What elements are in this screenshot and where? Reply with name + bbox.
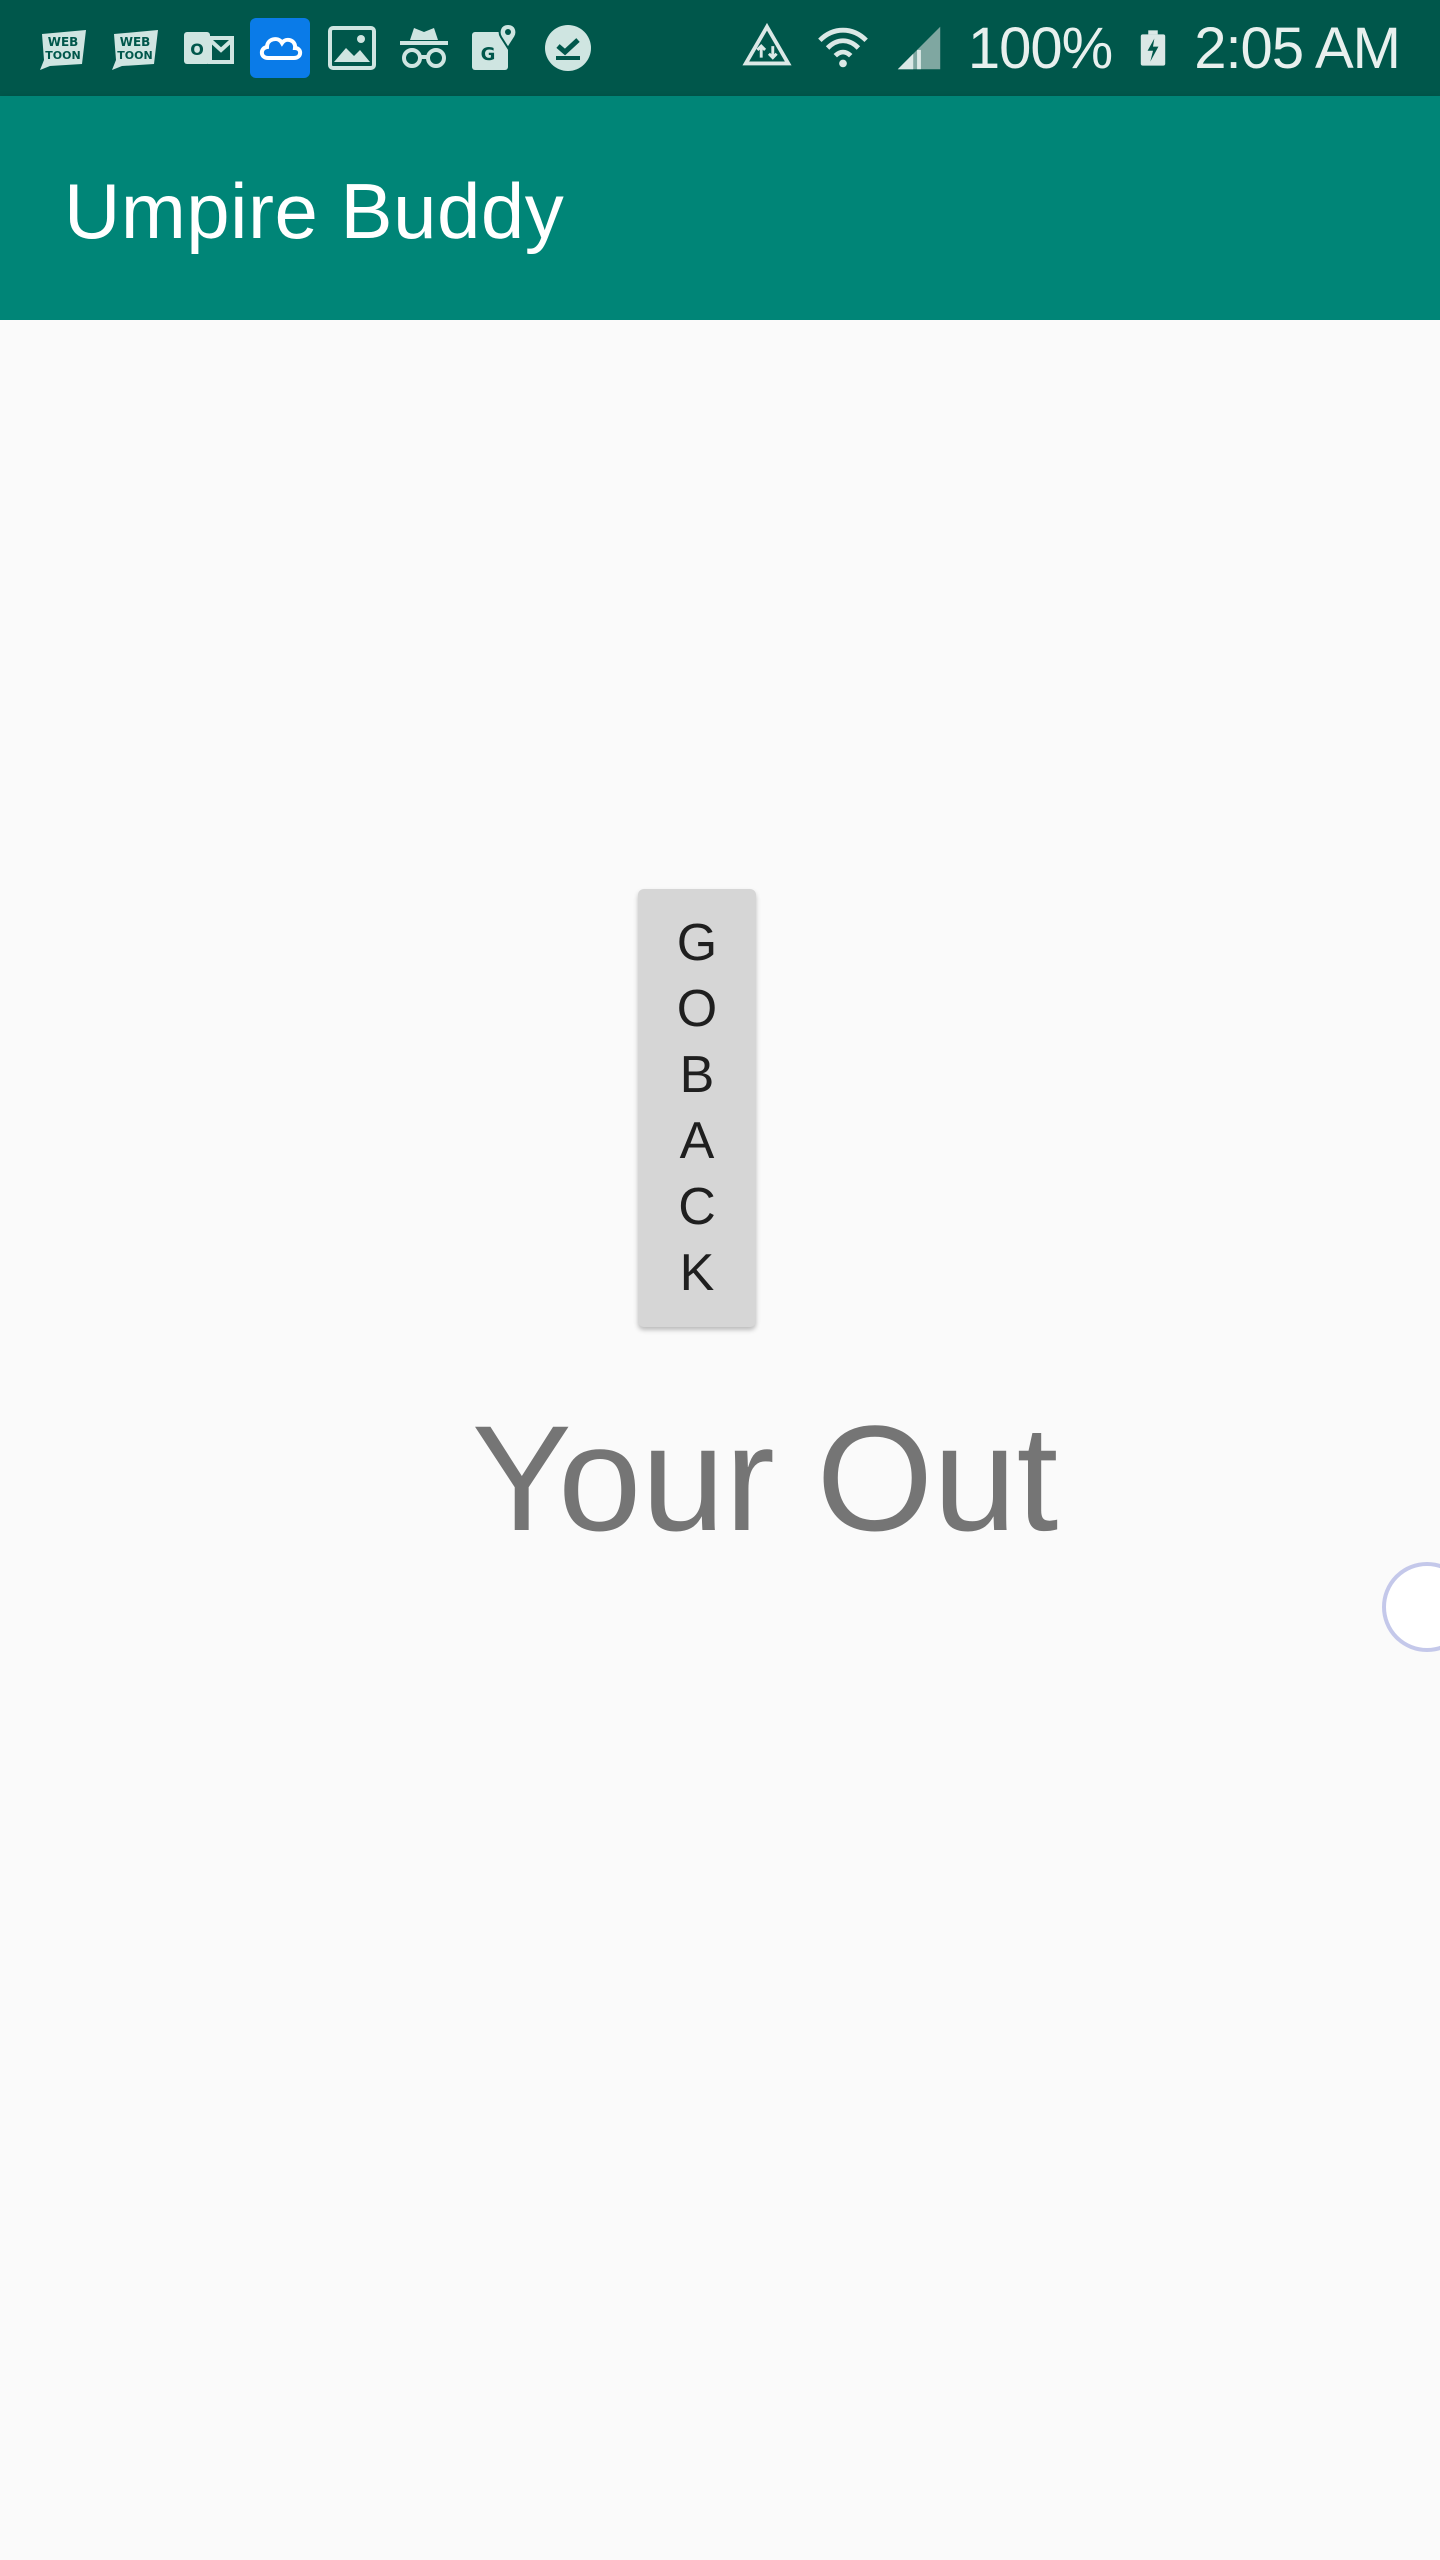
svg-text:G: G: [481, 44, 496, 65]
result-text: Your Out: [471, 1394, 1059, 1562]
svg-text:WEB: WEB: [120, 35, 151, 49]
status-bar: WEB TOON WEB TOON O G 100% 2:05 AM: [0, 0, 1440, 96]
go-back-label: GO BACK: [676, 914, 718, 1302]
check-circle-icon: [538, 18, 598, 78]
svg-text:WEB: WEB: [48, 35, 79, 49]
wifi-icon: [817, 27, 868, 68]
battery-charging-icon: [1140, 30, 1166, 66]
maps-icon: G: [466, 18, 526, 78]
notification-icons: WEB TOON WEB TOON O G: [34, 18, 598, 78]
app-bar: Umpire Buddy: [0, 96, 1440, 320]
clock: 2:05 AM: [1194, 15, 1401, 81]
status-indicators: 100% 2:05 AM: [740, 14, 1401, 82]
cloud-icon: [250, 18, 310, 78]
app-title: Umpire Buddy: [64, 167, 565, 255]
svg-text:TOON: TOON: [45, 49, 80, 62]
image-icon: [322, 18, 382, 78]
webtoon-icon: WEB TOON: [34, 18, 94, 78]
go-back-button[interactable]: GO BACK: [638, 889, 756, 1327]
data-saver-icon: [742, 22, 792, 66]
signal-icon: [897, 26, 941, 70]
incognito-icon: [394, 18, 454, 78]
svg-text:TOON: TOON: [117, 49, 152, 62]
webtoon-icon: WEB TOON: [106, 18, 166, 78]
battery-percent: 100%: [967, 15, 1113, 81]
outlook-icon: O: [178, 18, 238, 78]
svg-text:O: O: [190, 40, 204, 59]
